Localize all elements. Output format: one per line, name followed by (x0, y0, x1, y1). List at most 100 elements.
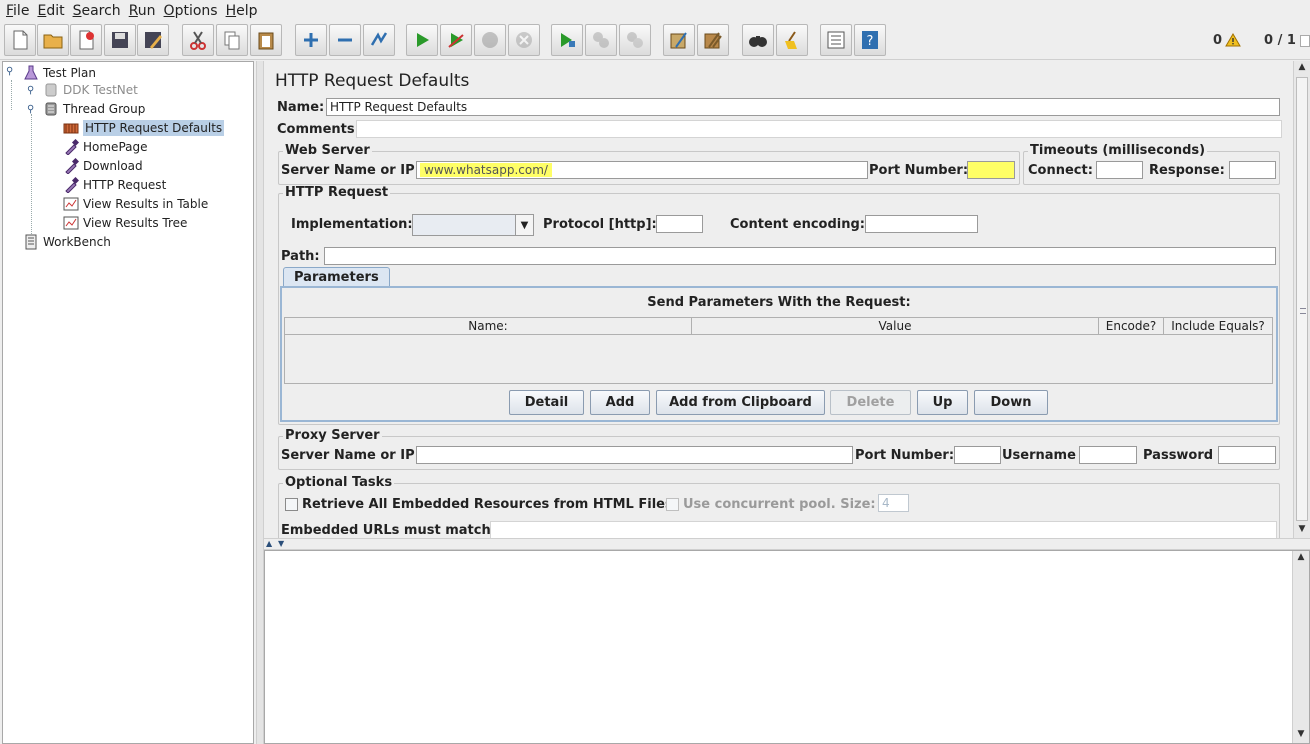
connect-timeout-input[interactable] (1096, 161, 1143, 179)
save-as-button[interactable] (137, 24, 169, 56)
clear-all-button[interactable] (697, 24, 729, 56)
bottom-scrollbar[interactable]: ▲ ▼ (1292, 551, 1309, 743)
close-button[interactable] (70, 24, 102, 56)
copy-icon (224, 31, 240, 50)
path-input[interactable] (324, 247, 1276, 265)
column-header-value[interactable]: Value (691, 317, 1099, 335)
menu-file[interactable]: File (4, 3, 31, 19)
content-encoding-input[interactable] (865, 215, 978, 233)
protocol-input[interactable] (656, 215, 703, 233)
clear-button[interactable] (663, 24, 695, 56)
expand-all-button[interactable] (295, 24, 327, 56)
remote-stop-button[interactable] (585, 24, 617, 56)
editor-scrollbar[interactable]: ▲ ▼ (1293, 61, 1310, 538)
new-button[interactable] (4, 24, 36, 56)
cut-button[interactable] (182, 24, 214, 56)
tree-item-ddk-testnet[interactable]: DDK TestNet (43, 81, 138, 99)
stop-button[interactable] (474, 24, 506, 56)
expander-ddk-testnet[interactable]: ⚲ (27, 85, 34, 96)
concurrent-pool-checkbox[interactable] (666, 498, 679, 511)
warning-icon[interactable] (1225, 33, 1241, 47)
save-as-icon (145, 32, 162, 49)
function-helper-button[interactable] (820, 24, 852, 56)
implementation-select[interactable]: ▼ (412, 214, 534, 236)
column-header-include-equals[interactable]: Include Equals? (1163, 317, 1273, 335)
server-name-input[interactable]: www.whatsapp.com/ (416, 161, 868, 179)
remote-start-button[interactable] (551, 24, 583, 56)
delete-button[interactable]: Delete (830, 390, 911, 415)
menu-run[interactable]: Run (127, 3, 158, 19)
tree-item-http-request-defaults[interactable]: HTTP Request Defaults (63, 119, 225, 137)
up-button[interactable]: Up (917, 390, 968, 415)
tree-item-thread-group[interactable]: Thread Group (43, 100, 145, 118)
proxy-password-input[interactable] (1218, 446, 1276, 464)
down-button[interactable]: Down (974, 390, 1048, 415)
column-header-name[interactable]: Name: (284, 317, 692, 335)
add-from-clipboard-button[interactable]: Add from Clipboard (656, 390, 825, 415)
tree-item-homepage[interactable]: HomePage (63, 138, 148, 156)
scroll-up-icon[interactable]: ▲ (1295, 552, 1307, 564)
horizontal-split-divider[interactable]: ▲ ▼ (264, 538, 1310, 550)
copy-button[interactable] (216, 24, 248, 56)
toggle-button[interactable] (363, 24, 395, 56)
add-button[interactable]: Add (590, 390, 650, 415)
minus-icon (338, 38, 352, 42)
column-header-encode[interactable]: Encode? (1098, 317, 1164, 335)
tree-item-view-results-tree[interactable]: View Results Tree (63, 214, 187, 232)
collapse-down-icon[interactable]: ▼ (278, 539, 284, 548)
scroll-down-icon[interactable]: ▼ (1295, 729, 1307, 741)
collapse-up-icon[interactable]: ▲ (266, 539, 272, 548)
grip-icon (1300, 308, 1306, 314)
proxy-username-input[interactable] (1079, 446, 1137, 464)
clear-all-icon (704, 32, 722, 49)
start-no-pauses-button[interactable] (440, 24, 472, 56)
tree-item-view-results-table[interactable]: View Results in Table (63, 195, 208, 213)
tree-item-workbench[interactable]: WorkBench (23, 233, 111, 251)
sampler-pipette-icon (63, 158, 79, 174)
proxy-password-label: Password (1143, 448, 1214, 463)
port-number-input[interactable] (967, 161, 1015, 179)
tree-item-test-plan[interactable]: Test Plan (23, 64, 96, 82)
thread-group-icon (43, 82, 59, 98)
scroll-up-icon[interactable]: ▲ (1296, 62, 1308, 74)
menu-edit[interactable]: Edit (35, 3, 66, 19)
port-number-label: Port Number: (869, 163, 969, 178)
remote-shutdown-button[interactable] (619, 24, 651, 56)
element-editor-panel: HTTP Request Defaults Name: HTTP Request… (264, 61, 1310, 538)
expander-thread-group[interactable]: ⚲ (27, 104, 34, 115)
reset-search-button[interactable] (776, 24, 808, 56)
detail-button[interactable]: Detail (509, 390, 584, 415)
toggle-icon (370, 32, 388, 46)
tab-parameters[interactable]: Parameters (283, 267, 390, 287)
proxy-port-input[interactable] (954, 446, 1001, 464)
name-input[interactable]: HTTP Request Defaults (326, 98, 1280, 116)
config-element-icon (63, 120, 79, 136)
sampler-pipette-icon (63, 139, 79, 155)
menu-help[interactable]: Help (224, 3, 260, 19)
expander-test-plan[interactable]: ⚲ (6, 66, 13, 77)
tree-item-http-request[interactable]: HTTP Request (63, 176, 166, 194)
parameters-table-body[interactable] (284, 334, 1273, 384)
pool-size-input[interactable]: 4 (878, 494, 909, 512)
server-name-value: www.whatsapp.com/ (420, 163, 552, 177)
response-timeout-input[interactable] (1229, 161, 1276, 179)
proxy-server-input[interactable] (416, 446, 853, 464)
vertical-split-divider[interactable] (256, 61, 264, 744)
start-button[interactable] (406, 24, 438, 56)
paste-button[interactable] (250, 24, 282, 56)
menu-options[interactable]: Options (162, 3, 220, 19)
tree-item-download[interactable]: Download (63, 157, 143, 175)
retrieve-embedded-label: Retrieve All Embedded Resources from HTM… (302, 497, 673, 512)
comments-input[interactable] (356, 120, 1282, 138)
templates-button[interactable] (37, 24, 69, 56)
scroll-down-icon[interactable]: ▼ (1296, 524, 1308, 536)
search-button[interactable] (742, 24, 774, 56)
save-button[interactable] (104, 24, 136, 56)
menu-search[interactable]: Search (71, 3, 123, 19)
retrieve-embedded-checkbox[interactable] (285, 498, 298, 511)
collapse-all-button[interactable] (329, 24, 361, 56)
shutdown-button[interactable] (508, 24, 540, 56)
scrollbar-thumb[interactable] (1296, 77, 1308, 521)
embedded-urls-input[interactable] (490, 521, 1277, 538)
help-button[interactable]: ? (854, 24, 886, 56)
